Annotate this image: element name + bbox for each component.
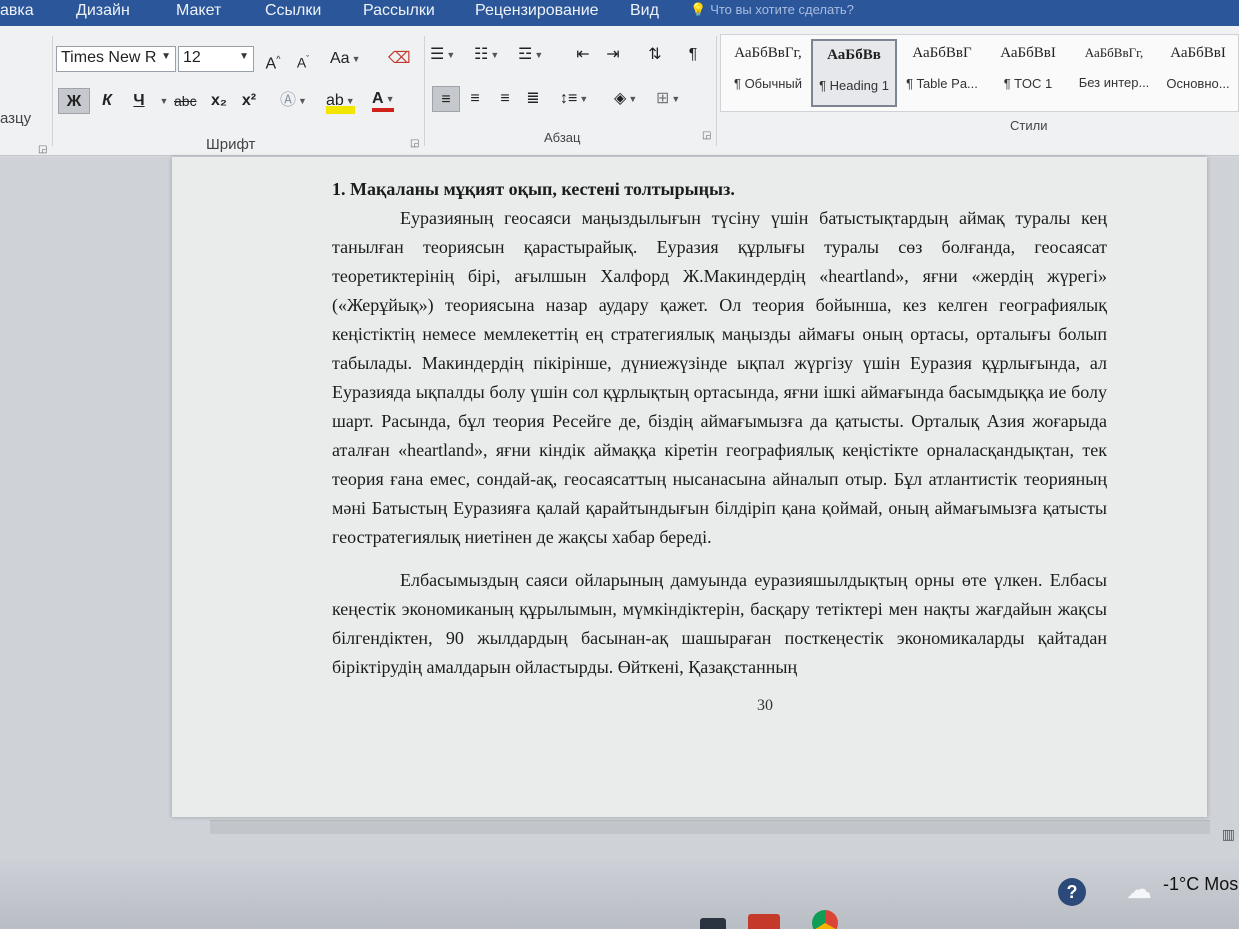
font-color-button[interactable]: A ▼	[372, 88, 395, 112]
document-heading: 1. Мақаланы мұқият оқып, кестені толтыры…	[332, 179, 735, 199]
align-left-icon[interactable]: ≡	[432, 86, 460, 112]
superscript-button[interactable]: x²	[238, 88, 260, 114]
style-preview: АаБбВвГг,	[734, 45, 802, 61]
style-preview: АаБбВвI	[1000, 45, 1056, 61]
shrink-font-button[interactable]: Aˇ	[292, 46, 314, 72]
style-preview: АаБбВв	[827, 47, 881, 63]
sort-icon[interactable]: ⇅	[644, 42, 666, 68]
underline-button[interactable]: Ч	[128, 88, 150, 114]
help-icon[interactable]: ?	[1058, 878, 1086, 906]
paragraph-launcher-icon[interactable]: ◲	[702, 130, 711, 141]
weather-widget[interactable]: -1°C Mos	[1163, 874, 1238, 895]
view-mode-icon[interactable]: ▥	[1222, 826, 1235, 843]
font-size-value: 12	[183, 49, 201, 66]
paragraph-1: Еуразияның геосаяси маңыздылығын түсіну …	[332, 208, 1107, 547]
clipboard-launcher-icon[interactable]: ◲	[38, 144, 47, 155]
chevron-down-icon[interactable]: ▼	[239, 51, 249, 62]
font-name-combo[interactable]: Times New R ▼	[56, 46, 176, 72]
word-window: авка Дизайн Макет Ссылки Рассылки Реценз…	[0, 0, 1239, 929]
style-name: Основно...	[1166, 76, 1230, 91]
group-separator	[52, 36, 53, 146]
style-normal[interactable]: АаБбВвГг, ¶ Обычный	[725, 39, 811, 107]
style-name: ¶ TOC 1	[1003, 76, 1053, 91]
office-app-icon[interactable]	[748, 914, 780, 929]
decrease-indent-icon[interactable]: ⇤	[572, 42, 594, 68]
tab-insert[interactable]: авка	[0, 2, 34, 20]
numbering-icon[interactable]: ☷ ▼	[474, 42, 499, 68]
paragraph-group-label: Абзац	[544, 130, 581, 145]
style-toc-1[interactable]: АаБбВвI ¶ TOC 1	[985, 39, 1071, 107]
font-launcher-icon[interactable]: ◲	[410, 138, 419, 149]
tab-view[interactable]: Вид	[630, 2, 659, 20]
clipboard-group-label: азцу	[0, 110, 32, 127]
ribbon: азцу ◲ Times New R ▼ 12 ▼ A^ Aˇ Aa ▼ ⌫ Ж …	[0, 26, 1239, 156]
style-heading-1[interactable]: АаБбВв ¶ Heading 1	[811, 39, 897, 107]
multilevel-list-icon[interactable]: ☲ ▼	[518, 42, 543, 68]
group-separator	[716, 36, 717, 146]
grow-font-glyph: A	[265, 55, 277, 73]
tell-me-search[interactable]: 💡 Что вы хотите сделать?	[690, 2, 854, 18]
paragraph-2: Елбасымыздың саяси ойларының дамуында еу…	[332, 570, 1107, 677]
style-preview: АаБбВвГг,	[1084, 45, 1144, 60]
change-case-glyph: Aa	[330, 50, 350, 68]
style-no-spacing[interactable]: АаБбВвГг, Без интер...	[1071, 39, 1157, 107]
style-table-paragraph[interactable]: АаБбВвГ ¶ Table Pa...	[899, 39, 985, 107]
ribbon-tabs-bar: авка Дизайн Макет Ссылки Рассылки Реценз…	[0, 0, 1239, 26]
document-area: 1. Мақаланы мұқият оқып, кестені толтыры…	[0, 157, 1239, 929]
group-separator	[424, 36, 425, 146]
style-name: Без интер...	[1078, 75, 1150, 90]
style-name: ¶ Table Pa...	[906, 76, 978, 91]
style-name: ¶ Heading 1	[819, 78, 889, 93]
shrink-font-glyph: A	[296, 54, 307, 71]
lightbulb-icon: 💡	[690, 2, 707, 17]
font-size-combo[interactable]: 12 ▼	[178, 46, 254, 72]
increase-indent-icon[interactable]: ⇥	[602, 42, 624, 68]
cloud-icon[interactable]: ☁	[1126, 874, 1152, 905]
change-case-button[interactable]: Aa ▼	[330, 46, 361, 72]
tell-me-text: Что вы хотите сделать?	[710, 2, 854, 17]
style-preview: АаБбВвI	[1170, 45, 1226, 61]
chrome-icon[interactable]	[812, 910, 838, 929]
styles-group-label: Стили	[1010, 118, 1048, 133]
font-name-value: Times New R	[61, 49, 157, 66]
app-icon[interactable]	[700, 918, 726, 929]
chevron-down-icon[interactable]: ▼	[161, 51, 171, 62]
tab-layout[interactable]: Макет	[176, 2, 221, 20]
clear-formatting-icon[interactable]: ⌫	[388, 46, 411, 72]
show-formatting-button[interactable]: ¶	[682, 42, 704, 68]
temperature: -1°C	[1163, 874, 1200, 894]
weather-text: Mos	[1204, 874, 1239, 894]
align-right-icon[interactable]: ≡	[494, 86, 516, 112]
font-color-glyph: A	[372, 90, 384, 108]
line-spacing-icon[interactable]: ↕≡ ▼	[560, 86, 588, 112]
shading-icon[interactable]: ◈ ▼	[614, 86, 637, 112]
align-center-icon[interactable]: ≡	[464, 86, 486, 112]
horizontal-scrollbar[interactable]	[210, 820, 1210, 834]
taskbar: ? ☁ -1°C Mos	[0, 860, 1239, 929]
borders-icon[interactable]: ⊞ ▼	[656, 86, 680, 112]
document-page[interactable]: 1. Мақаланы мұқият оқып, кестені толтыры…	[172, 157, 1207, 817]
tab-design[interactable]: Дизайн	[76, 2, 130, 20]
style-main-text[interactable]: АаБбВвI Основно...	[1155, 39, 1239, 107]
underline-dropdown[interactable]: ▼	[152, 88, 174, 114]
italic-button[interactable]: К	[96, 88, 118, 114]
justify-icon[interactable]: ≣	[522, 86, 544, 112]
page-number: 30	[757, 697, 773, 714]
bullets-icon[interactable]: ☰ ▼	[430, 42, 455, 68]
font-group-label: Шрифт	[206, 136, 256, 153]
styles-gallery: АаБбВвГг, ¶ Обычный АаБбВв ¶ Heading 1 А…	[720, 34, 1239, 112]
document-body[interactable]: 1. Мақаланы мұқият оқып, кестені толтыры…	[332, 175, 1107, 682]
tab-references[interactable]: Ссылки	[265, 2, 321, 20]
tab-mailings[interactable]: Рассылки	[363, 2, 435, 20]
style-preview: АаБбВвГ	[912, 45, 972, 61]
bold-button[interactable]: Ж	[58, 88, 90, 114]
strikethrough-button[interactable]: abc	[174, 88, 197, 114]
text-effects-icon[interactable]: Ⓐ ▼	[280, 88, 307, 114]
tab-review[interactable]: Рецензирование	[475, 2, 599, 20]
subscript-button[interactable]: x₂	[208, 88, 230, 114]
highlight-icon[interactable]: ab ▼	[326, 88, 355, 114]
style-name: ¶ Обычный	[733, 76, 803, 91]
grow-font-button[interactable]: A^	[262, 46, 284, 72]
